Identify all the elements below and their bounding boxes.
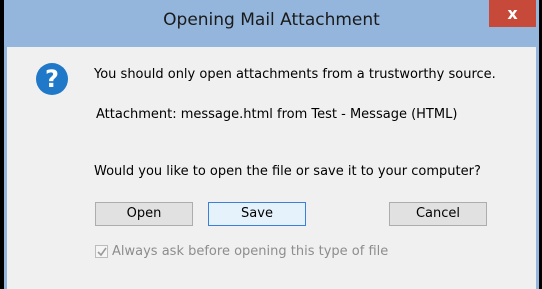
save-button[interactable]: Save (208, 202, 306, 226)
close-icon: x (507, 4, 518, 23)
dialog-window: Opening Mail Attachment x ? You should o… (4, 0, 539, 289)
open-button[interactable]: Open (95, 202, 193, 226)
always-ask-checkbox[interactable] (95, 244, 108, 258)
warning-text: You should only open attachments from a … (94, 67, 496, 82)
always-ask-row: Always ask before opening this type of f… (95, 242, 388, 260)
attachment-info: Attachment: message.html from Test - Mes… (96, 107, 458, 122)
dialog-title: Opening Mail Attachment (163, 10, 380, 30)
question-text: Would you like to open the file or save … (94, 164, 481, 179)
checkmark-icon (97, 247, 107, 256)
cancel-button[interactable]: Cancel (389, 202, 487, 226)
title-bar[interactable]: Opening Mail Attachment x (7, 0, 536, 47)
close-button[interactable]: x (489, 0, 536, 27)
always-ask-label: Always ask before opening this type of f… (112, 243, 389, 259)
question-icon: ? (36, 63, 68, 95)
dialog-content: ? You should only open attachments from … (7, 47, 536, 289)
